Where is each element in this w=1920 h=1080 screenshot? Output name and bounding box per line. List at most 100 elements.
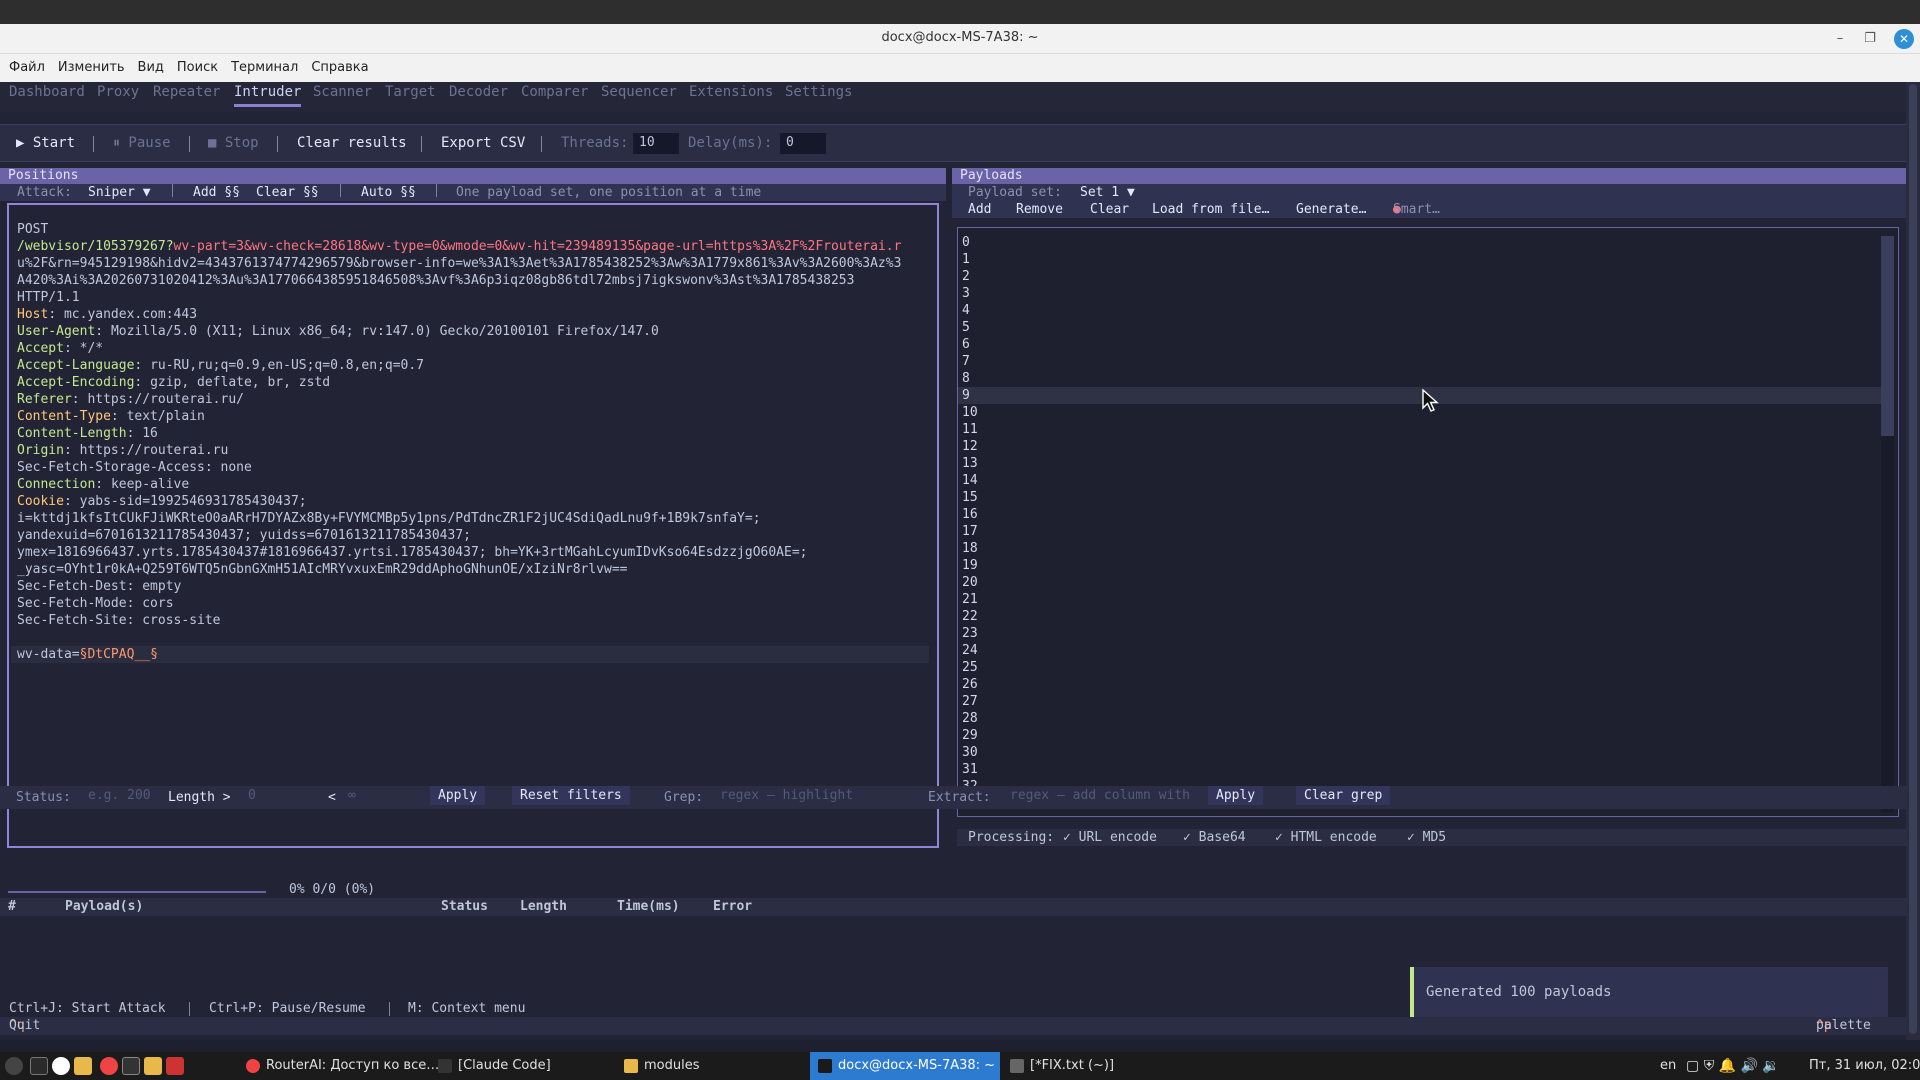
payload-item[interactable]: 30	[962, 744, 978, 761]
extract-input[interactable]: regex — add column with	[1006, 786, 1200, 805]
clear-results-button[interactable]: Clear results	[297, 135, 407, 151]
notification-bell-icon[interactable]: 🔔	[1719, 1058, 1736, 1074]
auto-markers-button[interactable]: Auto §§	[361, 184, 416, 201]
payload-remove-button[interactable]: Remove	[1016, 201, 1063, 218]
payload-item[interactable]: 1	[962, 251, 970, 268]
menu-terminal[interactable]: Терминал	[231, 54, 298, 82]
payload-clear-button[interactable]: Clear	[1090, 201, 1129, 218]
files-launcher-icon[interactable]	[74, 1057, 92, 1075]
shield-icon[interactable]: ⛨	[1704, 1058, 1715, 1074]
col-payloads[interactable]: Payload(s)	[65, 898, 143, 916]
maximize-icon[interactable]: ❐	[1860, 29, 1880, 49]
pause-button[interactable]: ⏸ Pause	[113, 135, 171, 151]
clock[interactable]: Пт, 31 июл, 02:09	[1809, 1052, 1920, 1080]
payload-scroll-thumb[interactable]	[1881, 236, 1894, 436]
tab-sequencer[interactable]: Sequencer	[601, 84, 677, 100]
add-marker-button[interactable]: Add §§	[193, 184, 240, 201]
request-editor[interactable]: POST /webvisor/105379267?wv-part=3&wv-ch…	[7, 203, 939, 848]
payload-item[interactable]: 25	[962, 659, 978, 676]
volume-icon-2[interactable]: 🔉	[1762, 1058, 1779, 1074]
load-from-file-button[interactable]: Load from file…	[1152, 201, 1269, 218]
payload-item[interactable]: 31	[962, 761, 978, 778]
menu-file[interactable]: Файл	[9, 54, 45, 82]
menu-view[interactable]: Вид	[138, 54, 164, 82]
length-filter-input[interactable]: 0	[244, 786, 314, 805]
task-modules-folder[interactable]: modules	[616, 1052, 806, 1080]
payload-item[interactable]: 22	[962, 608, 978, 625]
grep-input[interactable]: regex — highlight	[716, 786, 911, 805]
task-terminal-active[interactable]: docx@docx-MS-7A38: ~	[810, 1052, 1000, 1080]
payload-item[interactable]: 9	[962, 387, 970, 404]
col-time[interactable]: Time(ms)	[617, 898, 680, 916]
minimize-icon[interactable]: –	[1830, 29, 1850, 49]
tab-target[interactable]: Target	[385, 84, 436, 100]
tab-proxy[interactable]: Proxy	[97, 84, 139, 100]
keyboard-layout-indicator[interactable]: en	[1660, 1052, 1676, 1080]
payload-item[interactable]: 26	[962, 676, 978, 693]
tab-comparer[interactable]: Comparer	[521, 84, 588, 100]
yandex-browser-icon[interactable]	[52, 1057, 70, 1075]
proc-html-encode[interactable]: ✓ HTML encode	[1275, 829, 1377, 846]
apply-filter-button[interactable]: Apply	[430, 786, 486, 805]
col-length[interactable]: Length	[520, 898, 567, 916]
app-launcher-icon[interactable]	[100, 1057, 118, 1075]
apply-extract-button[interactable]: Apply	[1208, 786, 1264, 805]
tab-intruder[interactable]: Intruder	[234, 84, 302, 107]
payload-item[interactable]: 3	[962, 285, 970, 302]
payload-item[interactable]: 27	[962, 693, 978, 710]
menu-search[interactable]: Поиск	[177, 54, 218, 82]
task-fix-txt[interactable]: [*FIX.txt (~)]	[1002, 1052, 1192, 1080]
console-launcher-icon[interactable]	[122, 1057, 140, 1075]
payload-item[interactable]: 28	[962, 710, 978, 727]
payload-item[interactable]: 12	[962, 438, 978, 455]
task-routerai-browser[interactable]: RouterAI: Доступ ко все…	[238, 1052, 439, 1080]
proc-url-encode[interactable]: ✓ URL encode	[1063, 829, 1157, 846]
payload-add-button[interactable]: Add	[968, 201, 991, 218]
tab-extensions[interactable]: Extensions	[689, 84, 773, 100]
clear-grep-button[interactable]: Clear grep	[1296, 786, 1391, 805]
payload-set-select[interactable]: Set 1 ▼	[1080, 184, 1135, 201]
reset-filters-button[interactable]: Reset filters	[512, 786, 630, 805]
close-icon[interactable]: ✕	[1894, 29, 1914, 49]
generate-button[interactable]: Generate…	[1296, 201, 1366, 218]
tab-dashboard[interactable]: Dashboard	[9, 84, 85, 100]
start-button[interactable]: ▶ Start	[16, 135, 75, 151]
attack-type-select[interactable]: Sniper ▼	[88, 184, 151, 201]
payload-item[interactable]: 4	[962, 302, 970, 319]
proc-md5[interactable]: ✓ MD5	[1407, 829, 1446, 846]
tab-settings[interactable]: Settings	[785, 84, 852, 100]
payload-item[interactable]: 6	[962, 336, 970, 353]
folder-launcher-icon[interactable]	[144, 1057, 162, 1075]
col-error[interactable]: Error	[713, 898, 752, 916]
payload-item[interactable]: 5	[962, 319, 970, 336]
payload-item[interactable]: 29	[962, 727, 978, 744]
payload-item[interactable]: 7	[962, 353, 970, 370]
menu-help[interactable]: Справка	[311, 54, 368, 82]
col-status[interactable]: Status	[441, 898, 488, 916]
tab-scanner[interactable]: Scanner	[313, 84, 372, 100]
clipboard-icon[interactable]: ▢	[1686, 1058, 1699, 1074]
export-csv-button[interactable]: Export CSV	[441, 135, 525, 151]
payload-item[interactable]: 21	[962, 591, 978, 608]
volume-icon[interactable]: 🔊	[1741, 1058, 1758, 1074]
task-claude-code[interactable]: [Claude Code]	[430, 1052, 600, 1080]
lt-filter-input[interactable]: ∞	[344, 786, 414, 805]
payload-item[interactable]: 24	[962, 642, 978, 659]
status-filter-input[interactable]: e.g. 200	[84, 786, 156, 805]
col-index[interactable]: #	[8, 898, 16, 916]
payload-item[interactable]: 17	[962, 523, 978, 540]
payload-item[interactable]: 16	[962, 506, 978, 523]
system-tray-icons[interactable]: ▢ ⛨ 🔔 🔊 🔉	[1686, 1052, 1780, 1080]
payload-item[interactable]: 18	[962, 540, 978, 557]
terminal-scroll-thumb[interactable]	[1909, 84, 1917, 1034]
payload-item[interactable]: 19	[962, 557, 978, 574]
payload-item[interactable]: 13	[962, 455, 978, 472]
payload-item[interactable]: 23	[962, 625, 978, 642]
editor-launcher-icon[interactable]	[166, 1057, 184, 1075]
payload-item[interactable]: 10	[962, 404, 978, 421]
payload-item[interactable]: 11	[962, 421, 978, 438]
start-menu-icon[interactable]	[5, 1057, 23, 1075]
menu-edit[interactable]: Изменить	[58, 54, 125, 82]
delay-input[interactable]: 0	[780, 133, 826, 154]
proc-base64[interactable]: ✓ Base64	[1183, 829, 1246, 846]
